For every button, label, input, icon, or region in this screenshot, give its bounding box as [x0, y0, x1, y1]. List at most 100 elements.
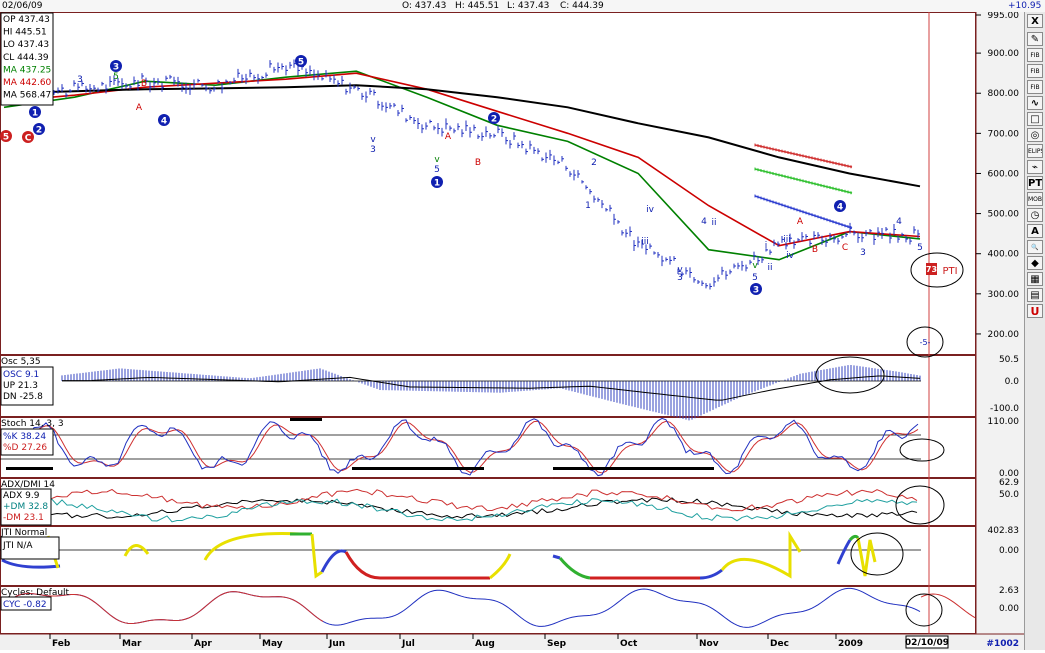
fib-time-icon[interactable]: FIB TIME	[1027, 80, 1043, 94]
header-low: L: 437.43	[507, 1, 550, 11]
jti-tick-label: 402.83	[988, 526, 1020, 536]
record-number: #1002	[986, 639, 1019, 649]
header-date: 02/06/09	[2, 1, 43, 11]
stoch-title: Stoch 14, 3, 3	[1, 419, 64, 429]
zoom-icon[interactable]: 🔍	[1027, 240, 1043, 254]
osc-info-line: DN -25.8	[3, 392, 43, 402]
osc-info-line: OSC 9.1	[3, 370, 39, 380]
circle-icon[interactable]: ◎	[1027, 128, 1043, 142]
price-info-line: MA 437.25	[3, 65, 51, 75]
clock-icon[interactable]: ◷	[1027, 208, 1043, 222]
wave-label: B	[475, 158, 481, 168]
pti-button[interactable]: PTI	[1027, 176, 1043, 190]
wave-icon[interactable]: ∿	[1027, 96, 1043, 110]
header-open: O: 437.43	[402, 1, 447, 11]
wave-label: i	[765, 241, 768, 251]
stoch-tick-label: 110.00	[988, 417, 1020, 427]
osc-title: Osc 5,35	[1, 357, 41, 367]
adx-tick-label: 62.9	[999, 478, 1019, 488]
price-tick-label: 900.00	[988, 49, 1020, 59]
x-tick-label: 2009	[838, 639, 863, 649]
svg-text:1: 1	[434, 179, 440, 189]
osc-tick-label: -100.0	[990, 404, 1019, 414]
adx-tick-label: 50.0	[999, 490, 1019, 500]
rectangle-icon[interactable]: □	[1027, 112, 1043, 126]
chart-area[interactable]: 995.00 900.00 800.00 700.00 600.00 500.00 400.…	[0, 11, 1024, 650]
wave-label: 2	[591, 158, 597, 168]
header-change: +10.95	[1008, 1, 1042, 11]
projection-circle-label: -5-	[920, 338, 931, 347]
x-tick-label: Oct	[620, 639, 638, 649]
stoch-overbought-bar	[290, 418, 322, 421]
price-info-line: CL 444.39	[3, 53, 49, 63]
wave-label: iii	[641, 237, 649, 247]
x-tick-label: Feb	[52, 639, 71, 649]
wave-label: iv	[646, 205, 655, 215]
pti-value: 73	[926, 265, 937, 274]
price-info-line: MA 568.47	[3, 91, 51, 101]
fib-extension-icon[interactable]: FIB EXT	[1027, 64, 1043, 78]
price-tick-label: 500.00	[988, 210, 1020, 220]
x-axis-strip	[0, 634, 1024, 650]
ellipse-icon[interactable]: ELIPS	[1027, 144, 1043, 158]
adx-info-line: +DM 32.8	[3, 502, 48, 512]
wave-label: C	[842, 243, 848, 253]
wave-label: 4	[701, 217, 707, 227]
wave-label: B	[812, 245, 818, 255]
price-tick-label: 800.00	[988, 89, 1020, 99]
svg-text:1: 1	[32, 109, 38, 119]
stoch-oversold-bar	[6, 467, 53, 470]
text-icon[interactable]: A	[1027, 224, 1043, 238]
grid-icon[interactable]: ▦	[1027, 272, 1043, 286]
price-info-line: OP 437.43	[3, 15, 50, 25]
stoch-info-line: %D 27.26	[3, 443, 47, 453]
trendline-icon[interactable]: ⌁	[1027, 160, 1043, 174]
price-info-line: MA 442.60	[3, 78, 52, 88]
wave-label: B	[141, 79, 147, 89]
wave-label: 3	[77, 75, 83, 85]
svg-text:3: 3	[113, 63, 119, 73]
cycles-info-line: CYC -0.82	[3, 600, 47, 610]
undo-icon[interactable]: U	[1027, 304, 1043, 318]
wave-label: iii	[783, 235, 791, 245]
x-tick-label: Sep	[547, 639, 567, 649]
wave-label: A	[797, 217, 804, 227]
stoch-oversold-bar	[352, 467, 484, 470]
wave-label: v	[370, 135, 376, 145]
stoch-oversold-bar	[553, 467, 714, 470]
close-icon[interactable]: X	[1027, 14, 1043, 28]
panel-frame-3	[0, 478, 976, 526]
current-date-label: 02/10/09	[905, 638, 949, 648]
svg-text:2: 2	[36, 126, 42, 136]
wave-label: 4	[896, 217, 902, 227]
panel-frame-5	[0, 586, 976, 634]
wave-label: 3	[860, 248, 866, 258]
wave-label: ii	[711, 218, 716, 228]
svg-text:4: 4	[161, 117, 167, 127]
x-tick-label: Apr	[194, 639, 212, 649]
pencil-icon[interactable]: ✎	[1027, 32, 1043, 46]
price-info-line: LO 437.43	[3, 40, 49, 50]
fib-retracement-icon[interactable]: FIB RET	[1027, 48, 1043, 62]
price-tick-label: 700.00	[988, 129, 1020, 139]
svg-text:C: C	[25, 134, 32, 144]
price-tick-label: 200.00	[988, 330, 1020, 340]
svg-text:2: 2	[491, 115, 497, 125]
cycles-tick-label: 0.00	[999, 604, 1019, 614]
wave-label: 1	[585, 201, 591, 211]
pti-label: PTI	[942, 266, 957, 277]
panel-frame-0	[0, 12, 976, 355]
list-icon[interactable]: ▤	[1027, 288, 1043, 302]
x-tick-label: Mar	[122, 639, 142, 649]
diamond-icon[interactable]: ◆	[1027, 256, 1043, 270]
header-high: H: 445.51	[455, 1, 500, 11]
svg-text:5: 5	[3, 133, 9, 143]
jti-info-line: JTI N/A	[2, 541, 33, 551]
x-tick-label: Jun	[328, 639, 345, 649]
wave-label: 3	[677, 273, 683, 283]
price-tick-label: 300.00	[988, 290, 1020, 300]
price-tick-label: 995.00	[988, 12, 1020, 21]
svg-text:3: 3	[753, 286, 759, 296]
x-tick-label: Aug	[475, 639, 495, 649]
mob-icon[interactable]: MOB	[1027, 192, 1043, 206]
